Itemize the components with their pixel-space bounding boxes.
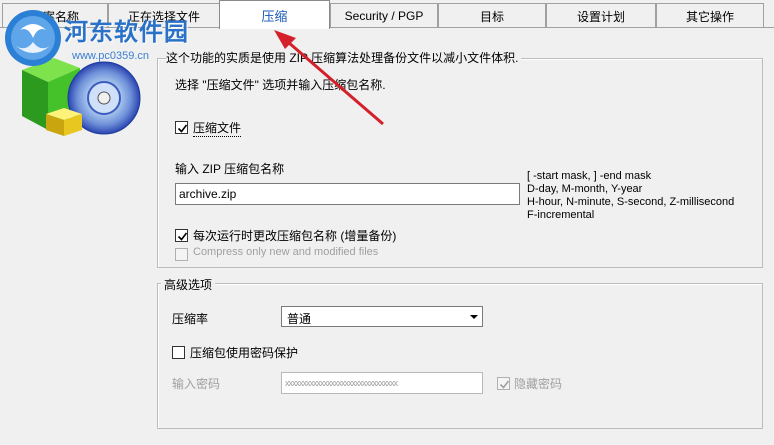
watermark-url: www.pc0359.cn bbox=[72, 50, 150, 62]
compression-ratio-label: 压缩率 bbox=[172, 312, 209, 326]
zip-name-input[interactable]: archive.zip bbox=[175, 183, 520, 205]
compression-instruction: 选择 "压缩文件" 选项并输入压缩包名称. bbox=[175, 78, 386, 92]
compression-description: 这个功能的实质是使用 ZIP 压缩算法处理备份文件以减小文件体积. bbox=[166, 49, 522, 66]
change-name-each-run-label[interactable]: 每次运行时更改压缩包名称 (增量备份) bbox=[193, 227, 396, 244]
tab-label: 目标 bbox=[479, 9, 504, 24]
hide-password-checkbox[interactable] bbox=[497, 377, 510, 390]
compress-files-checkbox[interactable] bbox=[175, 121, 188, 134]
tab-label: 其它操作 bbox=[685, 9, 734, 24]
hide-password-label[interactable]: 隐藏密码 bbox=[514, 375, 562, 392]
mask-hint-3: H-hour, N-minute, S-second, Z-millisecon… bbox=[527, 196, 735, 208]
compress-only-new-checkbox[interactable] bbox=[175, 248, 188, 261]
tab-label: 压缩 bbox=[261, 8, 288, 24]
tab-compression[interactable]: 压缩 bbox=[219, 0, 330, 29]
mask-hint-4: F-incremental bbox=[527, 209, 595, 221]
zip-name-label: 输入 ZIP 压缩包名称 bbox=[175, 162, 285, 176]
advanced-options-title: 高级选项 bbox=[161, 276, 216, 293]
tab-destination[interactable]: 目标 bbox=[438, 3, 546, 28]
change-name-each-run-checkbox[interactable] bbox=[175, 229, 188, 242]
password-protect-label[interactable]: 压缩包使用密码保护 bbox=[190, 344, 298, 361]
tab-other-actions[interactable]: 其它操作 bbox=[656, 3, 764, 28]
watermark-title: 河东软件园 bbox=[64, 17, 189, 46]
compression-ratio-value: 普通 bbox=[287, 312, 312, 326]
tab-label: 设置计划 bbox=[576, 9, 625, 24]
compress-only-new-label[interactable]: Compress only new and modified files bbox=[193, 246, 378, 258]
password-input[interactable]: xxxxxxxxxxxxxxxxxxxxxxxxxxxxxxxx bbox=[281, 372, 483, 394]
compress-files-label[interactable]: 压缩文件 bbox=[193, 119, 242, 137]
watermark-logo bbox=[2, 8, 64, 71]
mask-hint-1: [ -start mask, ] -end mask bbox=[527, 170, 652, 182]
password-protect-checkbox[interactable] bbox=[172, 346, 185, 359]
tab-schedule[interactable]: 设置计划 bbox=[546, 3, 656, 28]
chevron-down-icon[interactable] bbox=[466, 307, 482, 326]
tab-label: Security / PGP bbox=[344, 9, 424, 23]
tab-security-pgp[interactable]: Security / PGP bbox=[330, 3, 438, 28]
password-label: 输入密码 bbox=[172, 377, 221, 391]
compression-ratio-select[interactable]: 普通 bbox=[281, 306, 483, 327]
mask-hint-2: D-day, M-month, Y-year bbox=[527, 183, 643, 195]
